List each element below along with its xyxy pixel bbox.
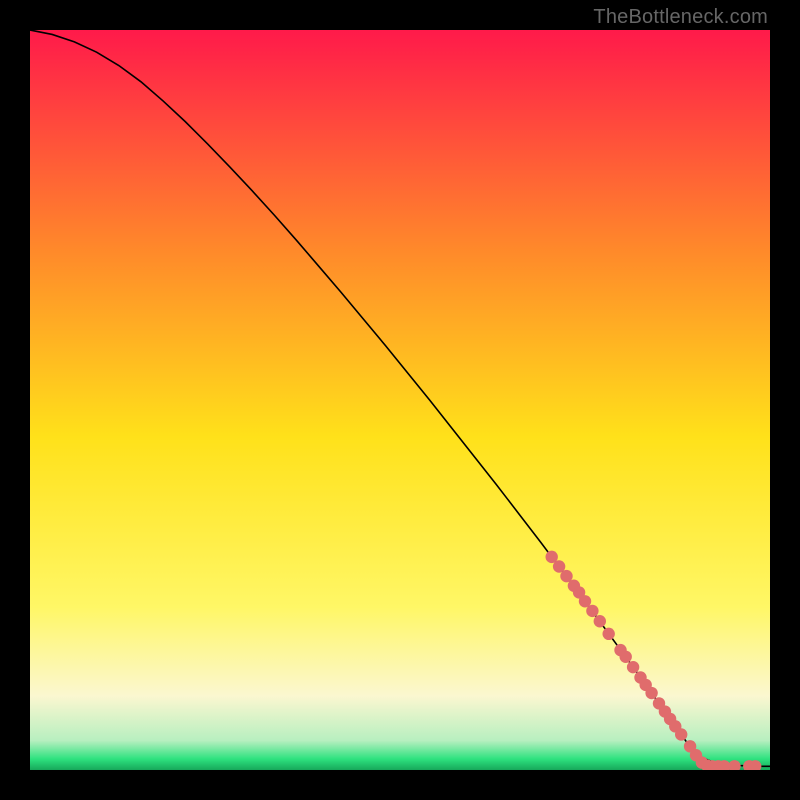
gradient-background xyxy=(30,30,770,770)
data-marker xyxy=(594,615,606,627)
data-marker xyxy=(620,651,632,663)
data-marker xyxy=(627,661,639,673)
data-marker xyxy=(602,628,614,640)
chart-frame xyxy=(30,30,770,770)
data-marker xyxy=(645,687,657,699)
data-marker xyxy=(675,728,687,740)
chart-svg xyxy=(30,30,770,770)
data-marker xyxy=(586,605,598,617)
watermark-text: TheBottleneck.com xyxy=(593,6,768,29)
